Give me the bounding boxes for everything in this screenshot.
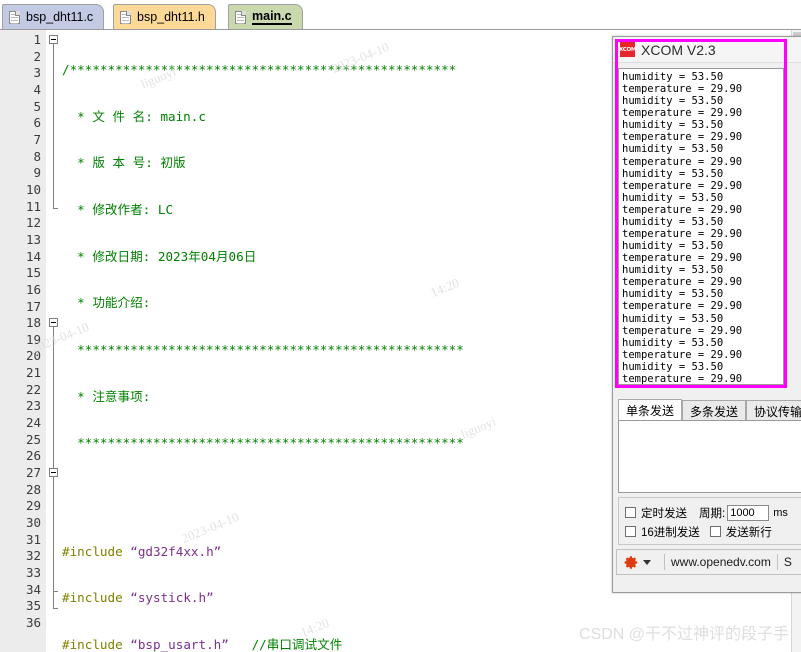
label-hex-send: 16进制发送 xyxy=(641,526,700,539)
editor-tab-bar: bsp_dht11.c bsp_dht11.h main.c xyxy=(0,0,801,30)
receive-line: temperature = 29.90 xyxy=(622,179,743,192)
receive-line: temperature = 29.90 xyxy=(622,228,743,241)
input-period[interactable]: 1000 xyxy=(727,504,770,521)
receive-line: humidity = 53.50 xyxy=(622,360,724,373)
separator xyxy=(776,554,778,570)
checkbox-hex-send[interactable] xyxy=(625,526,636,537)
tab-bsp-dht11-c[interactable]: bsp_dht11.c xyxy=(2,4,105,29)
label-period: 周期: xyxy=(699,507,726,520)
tab-label: bsp_dht11.c xyxy=(26,10,94,24)
xcom-receive-area[interactable]: humidity = 53.50 temperature = 29.90 hum… xyxy=(618,68,784,385)
tab-bsp-dht11-h[interactable]: bsp_dht11.h xyxy=(113,4,216,29)
fold-guide xyxy=(53,44,54,208)
fold-toggle-while[interactable] xyxy=(49,468,58,477)
checkbox-send-newline[interactable] xyxy=(709,526,721,537)
tab-protocol-transfer[interactable]: 协议传输 xyxy=(746,400,801,421)
xcom-title-text: XCOM V2.3 xyxy=(641,41,716,58)
label-timed-send: 定时发送 xyxy=(641,507,687,520)
xcom-title-bar: XCOM XCOM V2.3 xyxy=(613,37,801,63)
receive-line: humidity = 53.50 xyxy=(622,336,724,349)
receive-line: temperature = 29.90 xyxy=(622,324,743,337)
gear-icon[interactable] xyxy=(624,555,639,570)
xcom-send-tabs: 单条发送 多条发送 协议传输 xyxy=(618,399,801,421)
fold-guide-end xyxy=(53,608,58,609)
xcom-send-options: 定时发送 周期: 1000 ms 16进制发送 发送新行 xyxy=(618,497,801,545)
fold-guide xyxy=(53,477,54,591)
screenshot-root: bsp_dht11.c bsp_dht11.h main.c 1 2 3 4 5… xyxy=(0,0,801,652)
receive-line: temperature = 29.90 xyxy=(622,155,743,168)
fold-toggle-main[interactable] xyxy=(49,318,58,327)
file-icon xyxy=(9,10,20,24)
line-numbers: 1 2 3 4 5 6 7 8 9 10 11 12 13 14 15 16 1… xyxy=(25,32,41,630)
checkbox-timed-send[interactable] xyxy=(625,507,636,518)
receive-line: humidity = 53.50 xyxy=(622,191,724,204)
label-period-unit: ms xyxy=(773,506,788,519)
xcom-send-input[interactable] xyxy=(618,420,801,493)
fold-guide-end xyxy=(53,591,58,592)
chevron-down-icon[interactable] xyxy=(643,559,651,565)
option-row-timed: 定时发送 周期: 1000 ms xyxy=(625,503,801,522)
xcom-logo-icon: XCOM xyxy=(619,42,636,57)
label-send-newline: 发送新行 xyxy=(725,526,772,539)
receive-line: temperature = 29.90 xyxy=(622,276,743,289)
receive-line: temperature = 29.90 xyxy=(622,83,743,96)
tab-single-send[interactable]: 单条发送 xyxy=(618,399,683,421)
code-line: #include “bsp_usart.h” //串口调试文件 xyxy=(62,636,343,652)
receive-line: temperature = 29.90 xyxy=(622,348,743,361)
tab-main-c[interactable]: main.c xyxy=(228,4,303,29)
receive-line: humidity = 53.50 xyxy=(622,215,724,228)
receive-line: humidity = 53.50 xyxy=(622,288,724,301)
xcom-status-bar: www.openedv.com S xyxy=(616,549,801,575)
file-icon xyxy=(235,10,246,24)
tab-label: bsp_dht11.h xyxy=(137,10,205,24)
receive-line: temperature = 29.90 xyxy=(622,107,743,120)
xcom-window[interactable]: XCOM XCOM V2.3 humidity = 53.50 temperat… xyxy=(612,36,801,593)
fold-guide-end xyxy=(53,208,58,209)
status-trailing-text: S xyxy=(783,555,792,569)
option-row-format: 16进制发送 发送新行 xyxy=(625,522,801,541)
tab-multi-send[interactable]: 多条发送 xyxy=(682,400,747,421)
receive-line: humidity = 53.50 xyxy=(622,95,724,108)
receive-line: humidity = 53.50 xyxy=(622,143,724,156)
tab-label: main.c xyxy=(252,9,292,25)
receive-line: humidity = 53.50 xyxy=(622,71,724,83)
receive-line: humidity = 53.50 xyxy=(622,119,724,132)
xcom-right-panel xyxy=(789,68,801,385)
file-icon xyxy=(120,10,131,24)
receive-line: temperature = 29.90 xyxy=(622,203,743,216)
fold-toggle-header[interactable] xyxy=(49,35,58,44)
code-folding-column[interactable] xyxy=(46,30,62,652)
receive-line: humidity = 53.50 xyxy=(622,240,724,253)
status-site-link[interactable]: www.openedv.com xyxy=(671,555,771,569)
receive-line: humidity = 53.50 xyxy=(622,264,724,277)
receive-line: humidity = 53.50 xyxy=(622,167,724,180)
receive-line: temperature = 29.90 xyxy=(622,131,743,144)
receive-line: temperature = 29.90 xyxy=(622,252,743,265)
receive-line: temperature = 29.90 xyxy=(622,372,743,385)
receive-line: temperature = 29.90 xyxy=(622,300,743,313)
separator xyxy=(664,554,665,570)
receive-line: humidity = 53.50 xyxy=(622,312,724,325)
